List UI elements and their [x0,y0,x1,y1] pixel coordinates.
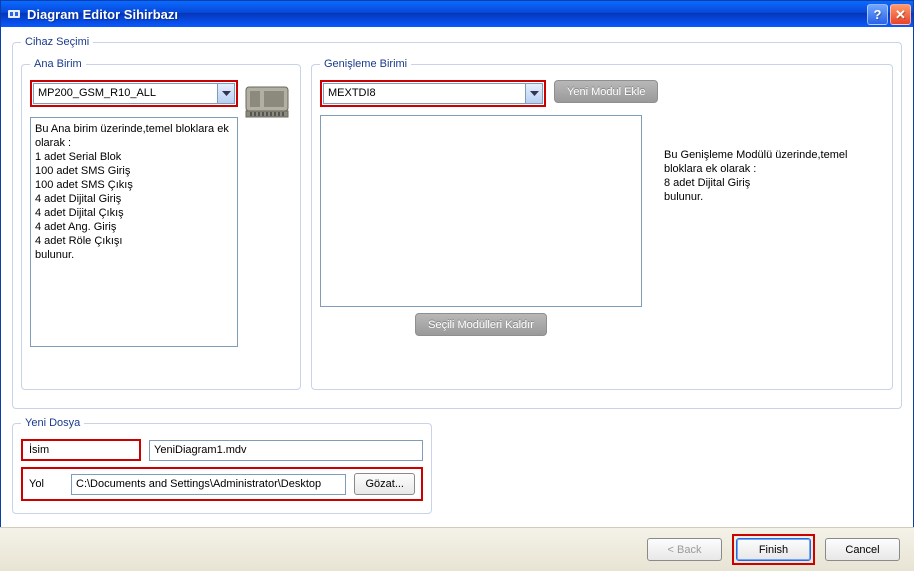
path-row-highlight: Yol Gözat... [21,467,423,501]
chevron-down-icon [525,84,542,103]
main-unit-select-highlight: MP200_GSM_R10_ALL [30,80,238,107]
device-image [244,80,292,381]
window-title: Diagram Editor Sihirbazı [27,7,178,22]
back-button[interactable]: < Back [647,538,722,561]
new-file-group: Yeni Dosya İsim Yol Gözat... [12,417,432,514]
client-area: Cihaz Seçimi Ana Birim MP200_GSM_R10_ALL [0,26,914,571]
device-selection-group: Cihaz Seçimi Ana Birim MP200_GSM_R10_ALL [12,36,902,409]
help-button[interactable]: ? [867,4,888,25]
main-unit-legend: Ana Birim [30,58,86,70]
main-unit-group: Ana Birim MP200_GSM_R10_ALL [21,58,301,390]
expansion-unit-legend: Genişleme Birimi [320,58,411,70]
name-field[interactable] [149,440,423,461]
app-icon [7,7,21,21]
finish-button[interactable]: Finish [736,538,811,561]
expansion-module-list[interactable] [320,115,642,307]
close-button[interactable]: ✕ [890,4,911,25]
browse-button[interactable]: Gözat... [354,473,415,495]
help-icon: ? [874,8,882,21]
new-file-legend: Yeni Dosya [21,417,84,429]
remove-modules-button[interactable]: Seçili Modülleri Kaldır [415,313,547,336]
wizard-button-bar: < Back Finish Cancel [0,527,914,571]
close-icon: ✕ [895,8,906,21]
expansion-unit-description: Bu Genişleme Modülü üzerinde,temel blokl… [664,148,880,204]
path-field[interactable] [71,474,346,495]
expansion-unit-selected: MEXTDI8 [328,87,376,99]
add-module-button[interactable]: Yeni Modul Ekle [554,80,658,103]
device-selection-legend: Cihaz Seçimi [21,36,93,48]
name-label: İsim [29,444,63,456]
finish-highlight: Finish [732,534,815,565]
cancel-button[interactable]: Cancel [825,538,900,561]
expansion-select-highlight: MEXTDI8 [320,80,546,107]
main-unit-description: Bu Ana birim üzerinde,temel bloklara ek … [30,117,238,347]
name-row-highlight: İsim [21,439,141,461]
wizard-window: Diagram Editor Sihirbazı ? ✕ Cihaz Seçim… [0,0,914,571]
path-label: Yol [29,478,63,490]
expansion-unit-group: Genişleme Birimi MEXTDI8 [311,58,893,390]
main-unit-select[interactable]: MP200_GSM_R10_ALL [33,83,235,104]
titlebar: Diagram Editor Sihirbazı ? ✕ [1,1,913,27]
chevron-down-icon [217,84,234,103]
expansion-unit-select[interactable]: MEXTDI8 [323,83,543,104]
main-unit-selected: MP200_GSM_R10_ALL [38,87,156,99]
